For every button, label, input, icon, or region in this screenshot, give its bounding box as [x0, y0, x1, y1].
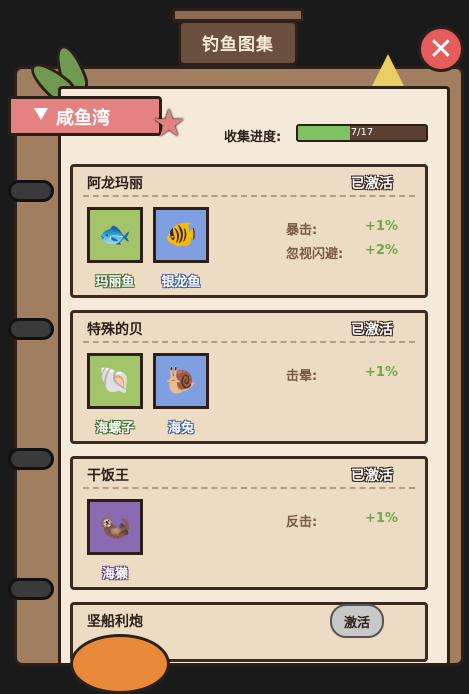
status-badge: 已激活	[351, 468, 393, 484]
sea-slug-icon: 🐌	[164, 366, 198, 396]
status-badge: 已激活	[351, 322, 393, 338]
fish-icon: 🐟	[98, 220, 132, 250]
shell-icon: 🐚	[98, 366, 132, 396]
collection-card: 特殊的贝 已激活 🐚 海螺子 🐌 海兔 击晕: +1%	[70, 310, 428, 444]
collection-card: 干饭王 已激活 🦦 海獭 反击: +1%	[70, 456, 428, 590]
bonus-value: +1%	[365, 511, 398, 526]
fish-name: 银龙鱼	[161, 275, 201, 290]
fish-name: 海螺子	[95, 421, 135, 436]
card-title: 阿龙玛丽	[87, 176, 143, 192]
card-title: 干饭王	[87, 468, 129, 484]
fish-name: 玛丽鱼	[95, 275, 135, 290]
otter-icon: 🦦	[98, 512, 132, 542]
fish-slot[interactable]: 🦦	[87, 499, 143, 555]
bonus-label: 反击:	[286, 515, 318, 530]
status-badge: 已激活	[351, 176, 393, 192]
spiral-ring	[8, 318, 54, 340]
collection-card: 阿龙玛丽 已激活 🐟 玛丽鱼 🐠 银龙鱼 暴击: +1% 忽视闪避: +2%	[70, 164, 428, 298]
fish-name: 海獭	[101, 567, 128, 582]
fish-slot[interactable]: 🐠	[153, 207, 209, 263]
spiral-ring	[8, 578, 54, 600]
spiral-ring	[8, 448, 54, 470]
fish-slot[interactable]: 🐟	[87, 207, 143, 263]
bonus-value: +2%	[365, 243, 398, 258]
spiral-ring	[8, 180, 54, 202]
progress-bar: 7/17	[296, 124, 428, 142]
card-title: 坚船利炮	[87, 614, 143, 630]
star-icon: ★	[152, 101, 187, 145]
progress-label: 收集进度:	[224, 130, 282, 145]
bonus-value: +1%	[365, 219, 398, 234]
fish-slot[interactable]: 🐚	[87, 353, 143, 409]
fish-slot[interactable]: 🐌	[153, 353, 209, 409]
bonus-label: 忽视闪避:	[286, 247, 344, 262]
chevron-down-icon[interactable]	[34, 108, 48, 120]
card-title: 特殊的贝	[87, 322, 143, 338]
bonus-label: 击晕:	[286, 369, 318, 384]
orange-button[interactable]	[70, 634, 170, 694]
page-title: 钓鱼图集	[202, 35, 274, 55]
close-icon: ✕	[428, 31, 454, 67]
fish-icon: 🐠	[164, 220, 198, 250]
bonus-label: 暴击:	[286, 223, 318, 238]
bonus-value: +1%	[365, 365, 398, 380]
close-button[interactable]: ✕	[418, 26, 464, 72]
section-title: 咸鱼湾	[56, 108, 110, 129]
progress-text: 7/17	[350, 127, 374, 138]
fish-name: 海兔	[167, 421, 194, 436]
activate-button[interactable]: 激活	[330, 604, 384, 638]
